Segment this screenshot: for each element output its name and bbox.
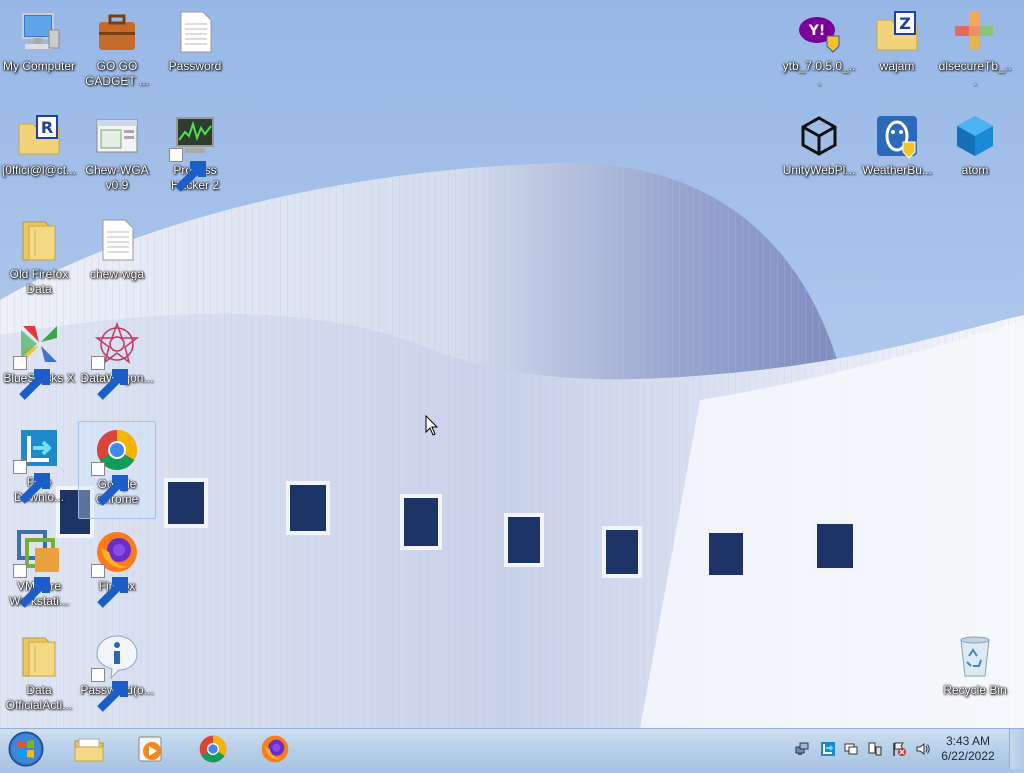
chrome-taskbar-icon [199, 735, 227, 763]
tray-network-icon[interactable] [794, 741, 810, 757]
tray-display-icon[interactable] [843, 741, 859, 757]
text-document-icon [171, 8, 219, 56]
shortcut-arrow-icon [169, 148, 206, 192]
taskbar-media-player-button[interactable] [124, 731, 178, 767]
folder-icon: R [15, 112, 63, 160]
text-document-icon [93, 216, 141, 264]
desktop-icon-office-folder[interactable]: R [0ffici@l@ct... [0, 108, 78, 206]
taskbar-explorer-button[interactable] [62, 731, 116, 767]
windows-orb-icon [8, 731, 44, 767]
svg-text:Y!: Y! [808, 23, 826, 39]
tray-download-icon[interactable] [820, 741, 836, 757]
desktop-icon-weatherbug[interactable]: WeatherBu... [858, 108, 936, 206]
shortcut-arrow-icon [13, 564, 50, 608]
clock-time: 3:43 AM [945, 734, 991, 748]
taskbar-firefox-button[interactable] [248, 731, 302, 767]
desktop-icon-datawagon[interactable]: DataWagon... [78, 316, 156, 414]
icon-label: Password [168, 59, 222, 73]
info-icon [91, 632, 141, 712]
icon-label: dlsecureTb_... [938, 59, 1012, 88]
tray-devices-icon[interactable] [867, 741, 883, 757]
recycle-bin-icon [951, 632, 999, 680]
icon-label: wajam [879, 59, 915, 73]
free-download-manager-icon [13, 424, 63, 504]
chrome-icon [91, 426, 141, 506]
icon-label: chew-wga [89, 267, 145, 281]
desktop-icon-data-officialacti[interactable]: Data OfficialActi... [0, 628, 78, 726]
desktop-icon-old-firefox-data[interactable]: Old Firefox Data [0, 212, 78, 310]
mouse-cursor-icon [425, 415, 439, 436]
desktop-icon-recycle-bin[interactable]: Recycle Bin [936, 628, 1014, 726]
desktop-icon-bluestacks[interactable]: BlueStacks X [0, 316, 78, 414]
taskbar: 3:43 AM 6/22/2022 [0, 728, 1024, 769]
icon-label: Old Firefox Data [9, 267, 69, 296]
desktop-icon-password-info[interactable]: Password(o... [78, 628, 156, 726]
icon-label: WeatherBu... [862, 163, 932, 177]
shortcut-arrow-icon [91, 462, 128, 506]
explorer-taskbar-icon [74, 738, 104, 762]
show-desktop-button[interactable] [1009, 729, 1024, 769]
folder-icon: Z [873, 8, 921, 56]
icon-label: [0ffici@l@ct... [1, 163, 77, 177]
icon-label: Chew-WGA v0.9 [85, 163, 149, 192]
desktop-icon-go-go-gadget[interactable]: GO GO GADGET ... [78, 4, 156, 102]
desktop-icon-chew-wga-text[interactable]: chew-wga [78, 212, 156, 310]
go-go-gadget-icon [93, 8, 141, 56]
tray-volume-icon[interactable] [915, 741, 931, 757]
media-player-taskbar-icon [138, 736, 162, 762]
atom-icon [951, 112, 999, 160]
clock-date: 6/22/2022 [941, 749, 995, 763]
unity-icon [795, 112, 843, 160]
icon-label: My Computer [2, 59, 76, 73]
shortcut-arrow-icon [91, 668, 128, 712]
desktop-icon-firefox[interactable]: Firefox [78, 524, 156, 622]
desktop-icon-atom[interactable]: atom [936, 108, 1014, 206]
datawagon-icon [91, 320, 141, 400]
desktop-icon-unity-web-player[interactable]: UnityWebPl... [780, 108, 858, 206]
shortcut-arrow-icon [91, 564, 128, 608]
desktop-icon-vmware[interactable]: VMware Workstati... [0, 524, 78, 622]
start-button[interactable] [4, 730, 48, 768]
bluestacks-icon [13, 320, 63, 400]
svg-text:R: R [41, 118, 53, 137]
desktop-icon-google-chrome[interactable]: Google Chrome [78, 421, 156, 519]
desktop-icon-password-text[interactable]: Password [156, 4, 234, 102]
desktop-icon-my-computer[interactable]: My Computer [0, 4, 78, 102]
shortcut-arrow-icon [91, 356, 128, 400]
tray-action-center-flag-icon[interactable] [891, 741, 907, 757]
shortcut-arrow-icon [13, 460, 50, 504]
icon-label: GO GO GADGET ... [85, 59, 149, 88]
icon-label: atom [961, 163, 989, 177]
vmware-icon [13, 528, 63, 608]
my-computer-icon [15, 8, 63, 56]
desktop-icon-free-download[interactable]: Free Downlo... [0, 420, 78, 518]
desktop-icon-process-hacker[interactable]: Process Hacker 2 [156, 108, 234, 206]
folder-icon [15, 632, 63, 680]
icon-label: ytb_7.0.5.0_... [782, 59, 856, 88]
desktop-icon-dlsecure[interactable]: dlsecureTb_... [936, 4, 1014, 102]
shortcut-arrow-icon [13, 356, 50, 400]
folder-icon [15, 216, 63, 264]
yahoo-installer-icon: Y! [795, 8, 843, 56]
desktop-icon-ytb-installer[interactable]: Y! ytb_7.0.5.0_... [780, 4, 858, 102]
desktop-icon-chew-wga-app[interactable]: Chew-WGA v0.9 [78, 108, 156, 206]
firefox-taskbar-icon [261, 735, 289, 763]
icon-label: Recycle Bin [943, 683, 1007, 697]
svg-text:Z: Z [899, 14, 911, 33]
dlsecure-icon [951, 8, 999, 56]
icon-label: Data OfficialActi... [5, 683, 73, 712]
process-hacker-icon [169, 112, 219, 192]
firefox-icon [91, 528, 141, 608]
taskbar-clock[interactable]: 3:43 AM 6/22/2022 [934, 734, 1002, 764]
weatherbug-icon [873, 112, 921, 160]
desktop-icon-wajam[interactable]: Z wajam [858, 4, 936, 102]
taskbar-chrome-button[interactable] [186, 731, 240, 767]
application-window-icon [93, 112, 141, 160]
icon-label: UnityWebPl... [782, 163, 856, 177]
